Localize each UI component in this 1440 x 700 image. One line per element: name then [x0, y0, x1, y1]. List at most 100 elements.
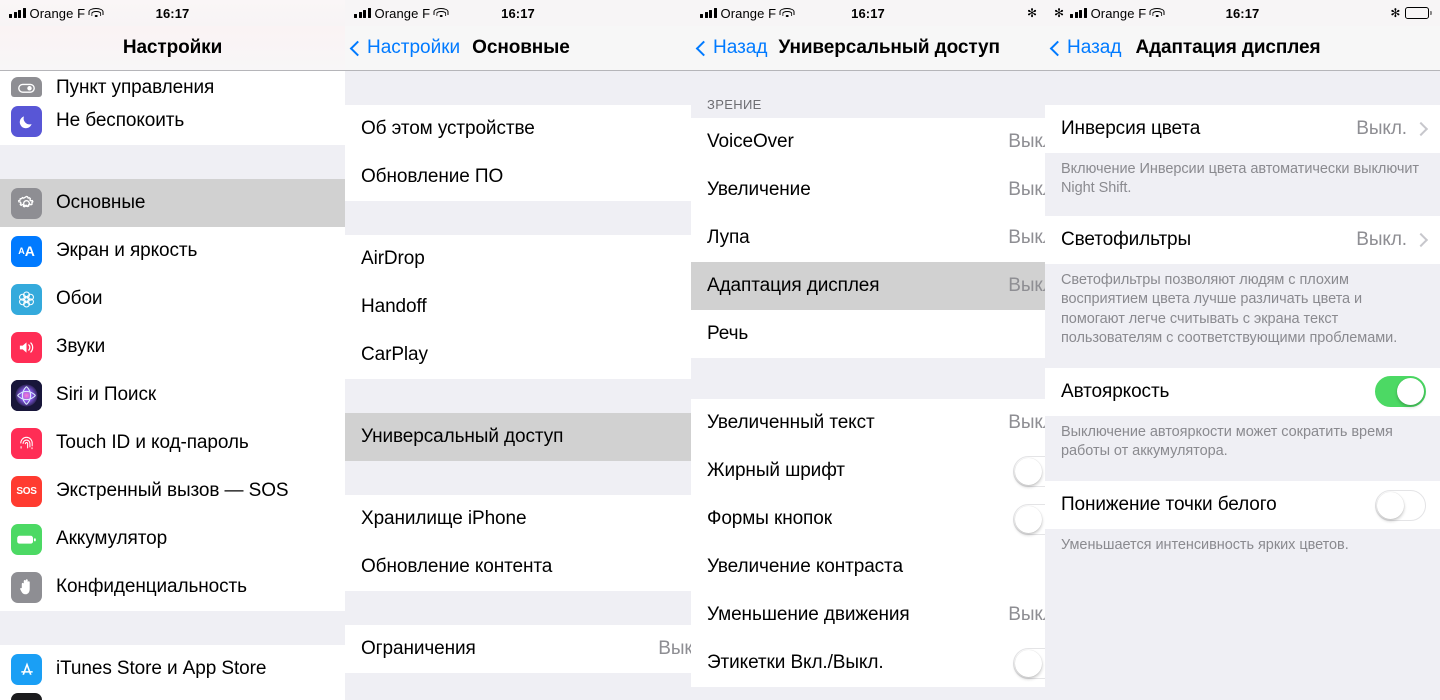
panel-general: Orange F 16:17 Настройки Основные Об это… [345, 0, 691, 700]
list-item-increase-contrast[interactable]: Увеличение контраста [691, 543, 1045, 591]
sounds-icon [11, 331, 42, 363]
list-item-magnifier[interactable]: Лупа Выкл. [691, 214, 1045, 262]
list-item-speech[interactable]: Речь [691, 310, 1045, 358]
settings-list[interactable]: ЗРЕНИЕ VoiceOver Выкл. Увеличение Выкл. … [691, 71, 1045, 700]
list-item-label: Увеличенный текст [707, 412, 875, 433]
list-item-label: Светофильтры [1061, 229, 1192, 251]
list-item-control-center[interactable]: Пункт управления [0, 71, 345, 98]
cellular-bars-icon [354, 8, 371, 18]
group-gap [345, 201, 691, 235]
list-item-value: Выкл. [1008, 275, 1045, 296]
back-button[interactable]: Назад [691, 37, 767, 59]
settings-list[interactable]: Инверсия цвета Выкл. Включение Инверсии … [1045, 71, 1440, 700]
settings-list[interactable]: Об этом устройстве Обновление ПО AirDrop… [345, 71, 691, 700]
group-gap [691, 358, 1045, 399]
section-footer: Уменьшается интенсивность ярких цветов. [1045, 529, 1440, 568]
list-item-software-update[interactable]: Обновление ПО [345, 153, 691, 201]
list-item-label: CarPlay [361, 344, 428, 365]
list-item-voiceover[interactable]: VoiceOver Выкл. [691, 118, 1045, 166]
list-item-background-refresh[interactable]: Обновление контента [345, 543, 691, 591]
list-item-general[interactable]: Основные [0, 179, 345, 227]
auto-brightness-switch[interactable] [1375, 376, 1426, 408]
on-off-labels-switch[interactable] [1013, 647, 1045, 679]
group-gap [1045, 71, 1440, 105]
cellular-bars-icon [9, 8, 26, 18]
battery-shell [1405, 7, 1430, 19]
list-item-display-brightness[interactable]: AA Экран и яркость [0, 227, 345, 275]
list-item-label: Siri и Поиск [56, 384, 157, 405]
list-item-handoff[interactable]: Handoff [345, 283, 691, 331]
group-gap [345, 379, 691, 413]
list-item-battery[interactable]: Аккумулятор [0, 515, 345, 563]
list-item-siri-search[interactable]: Siri и Поиск [0, 371, 345, 419]
page-title: Адаптация дисплея [1135, 37, 1321, 58]
status-bar: Orange F 16:17 [0, 0, 345, 26]
list-item-label: Речь [707, 323, 749, 344]
list-item-label: Адаптация дисплея [707, 275, 880, 296]
nav-bar: Назад Адаптация дисплея [1045, 26, 1440, 71]
group-gap [691, 71, 1045, 84]
chevron-right-icon [1413, 233, 1429, 248]
fingerprint-icon [11, 427, 42, 459]
back-button-label: Назад [1067, 37, 1122, 58]
list-item-label: Уменьшение движения [707, 604, 910, 625]
list-item-button-shapes[interactable]: Формы кнопок [691, 495, 1045, 543]
app-store-icon [11, 653, 42, 685]
section-footer: Выключение автояркости может сократить в… [1045, 415, 1440, 473]
status-left: Orange F [0, 5, 104, 21]
list-item-label: Аккумулятор [56, 528, 168, 549]
back-button[interactable]: Назад [1045, 37, 1121, 59]
chevron-left-icon [349, 40, 366, 56]
group-gap [345, 591, 691, 625]
list-item-iphone-storage[interactable]: Хранилище iPhone [345, 495, 691, 543]
list-item-zoom[interactable]: Увеличение Выкл. [691, 166, 1045, 214]
list-item-display-accommodations[interactable]: Адаптация дисплея Выкл. [691, 262, 1045, 310]
list-item-label: Ограничения [361, 638, 476, 659]
group-gap [1045, 473, 1440, 481]
settings-list[interactable]: Пункт управления Не беспокоить Основные [0, 71, 345, 700]
carrier-label: Orange F [720, 5, 777, 21]
list-item-emergency-sos[interactable]: SOS Экстренный вызов — SOS [0, 467, 345, 515]
carrier-label: Orange F [29, 5, 86, 21]
list-item-label: Об этом устройстве [361, 118, 535, 139]
list-item-accessibility[interactable]: Универсальный доступ [345, 413, 691, 461]
reduce-white-point-switch[interactable] [1375, 489, 1426, 521]
list-item-wallet-partial[interactable] [0, 693, 345, 700]
list-item-label: Звуки [56, 336, 106, 357]
list-item-touch-id-passcode[interactable]: Touch ID и код-пароль [0, 419, 345, 467]
battery-nub [1430, 11, 1432, 15]
list-item-larger-text[interactable]: Увеличенный текст Выкл. [691, 399, 1045, 447]
list-item-wallpaper[interactable]: Обои [0, 275, 345, 323]
list-group: Светофильтры Выкл. [1045, 216, 1440, 265]
list-item-reduce-white-point[interactable]: Понижение точки белого [1045, 481, 1440, 529]
status-left: Orange F [691, 5, 795, 21]
list-item-label: Обои [56, 288, 103, 309]
panel-display-accommodations: ✻ Orange F 16:17 ✻ Назад Адаптация диспл… [1045, 0, 1440, 700]
cellular-bars-icon [700, 8, 717, 18]
list-item-on-off-labels[interactable]: Этикетки Вкл./Выкл. [691, 639, 1045, 687]
list-item-do-not-disturb[interactable]: Не беспокоить [0, 97, 345, 145]
carrier-label: Orange F [1090, 5, 1147, 21]
list-item-sounds[interactable]: Звуки [0, 323, 345, 371]
list-item-value: Выкл. [1356, 118, 1407, 139]
list-item-privacy[interactable]: Конфиденциальность [0, 563, 345, 611]
list-item-about[interactable]: Об этом устройстве [345, 105, 691, 153]
bold-text-switch[interactable] [1013, 455, 1045, 487]
list-item-carplay[interactable]: CarPlay [345, 331, 691, 379]
page-title: Настройки [122, 37, 223, 58]
list-item-reduce-motion[interactable]: Уменьшение движения Выкл. [691, 591, 1045, 639]
list-item-color-filters[interactable]: Светофильтры Выкл. [1045, 216, 1440, 265]
list-item-restrictions[interactable]: Ограничения Выкл. [345, 625, 691, 673]
status-bar: ✻ Orange F 16:17 ✻ [1045, 0, 1440, 26]
list-item-bold-text[interactable]: Жирный шрифт [691, 447, 1045, 495]
button-shapes-switch[interactable] [1013, 503, 1045, 535]
list-item-invert-colors[interactable]: Инверсия цвета Выкл. [1045, 105, 1440, 153]
nav-bar: Настройки Основные [345, 26, 691, 71]
list-item-itunes-app-store[interactable]: iTunes Store и App Store [0, 645, 345, 693]
list-item-value: Выкл. [1008, 227, 1045, 248]
sos-icon-text: SOS [16, 485, 37, 497]
list-item-airdrop[interactable]: AirDrop [345, 235, 691, 283]
battery-icon [1405, 7, 1432, 19]
list-item-auto-brightness[interactable]: Автояркость [1045, 367, 1440, 416]
back-button[interactable]: Настройки [345, 37, 460, 59]
